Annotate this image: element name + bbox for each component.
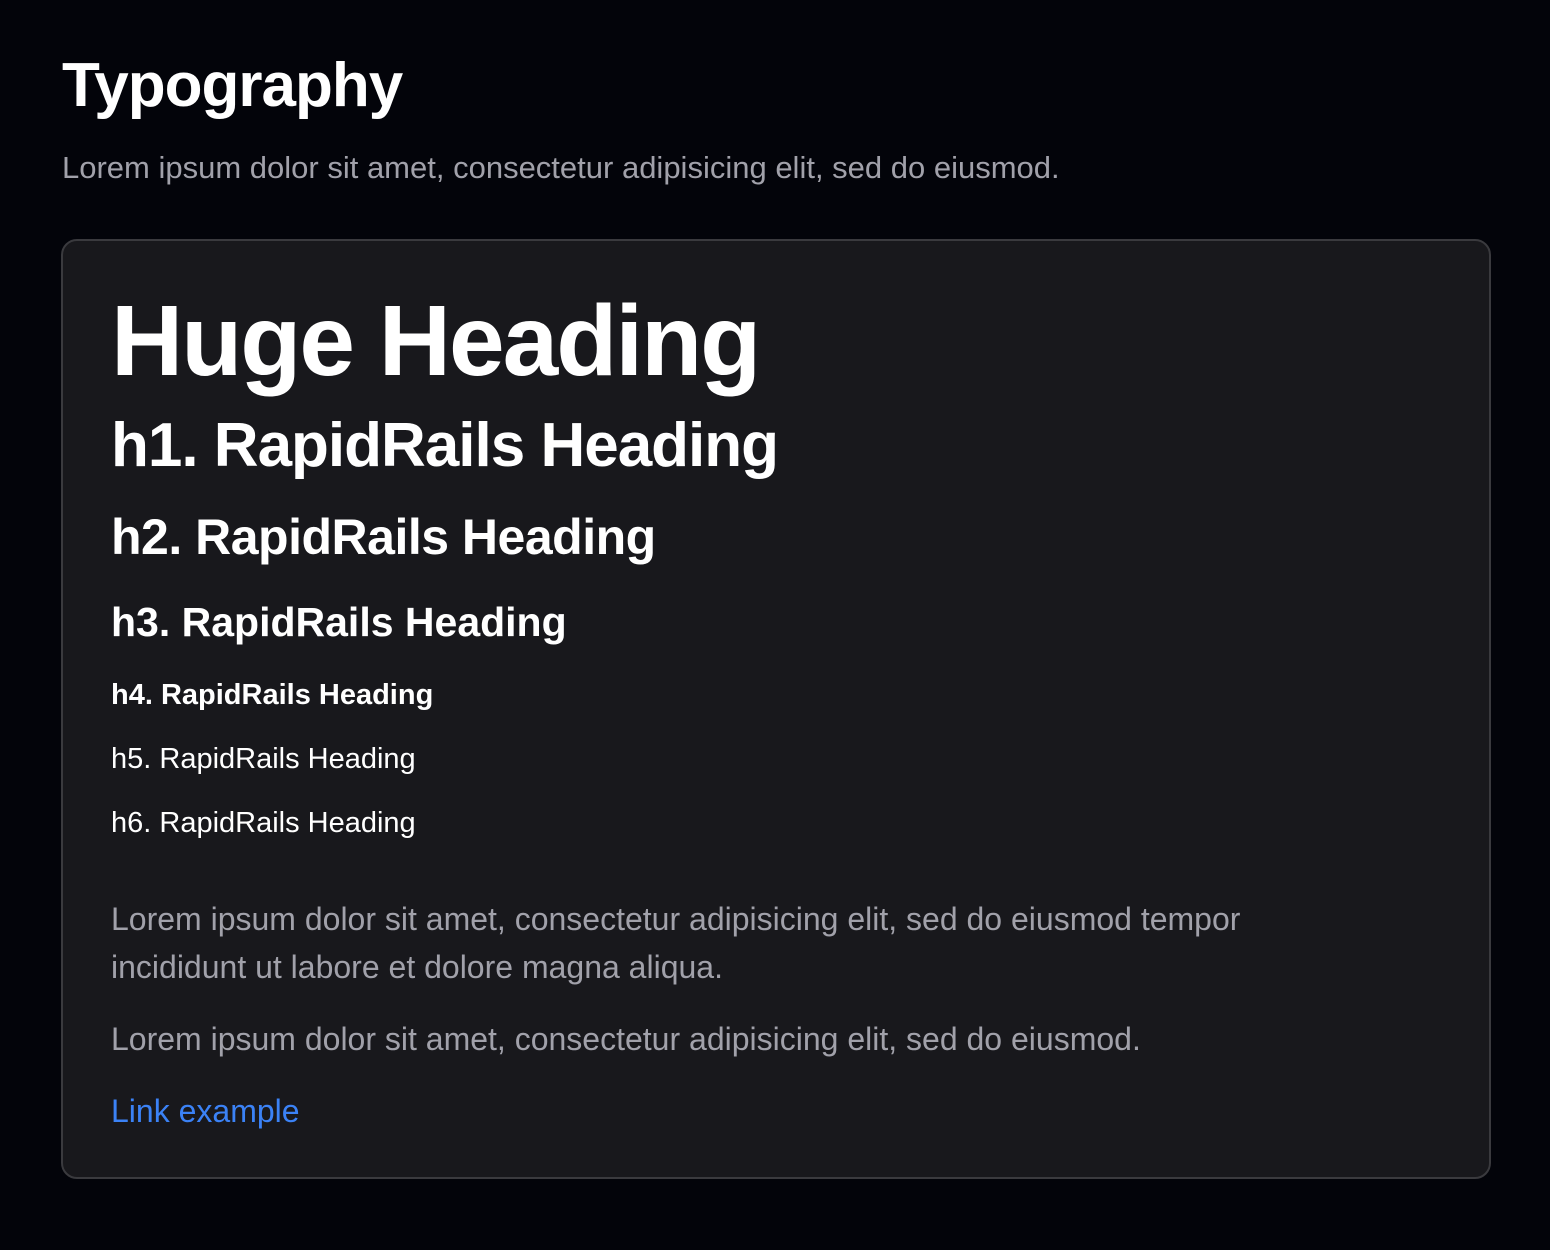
heading-h3: h3. RapidRails Heading bbox=[111, 599, 567, 645]
heading-h2: h2. RapidRails Heading bbox=[111, 509, 656, 565]
paragraph-short: Lorem ipsum dolor sit amet, consectetur … bbox=[111, 1021, 1141, 1057]
heading-h5: h5. RapidRails Heading bbox=[111, 743, 416, 775]
huge-heading: Huge Heading bbox=[111, 285, 761, 397]
paragraph-long: Lorem ipsum dolor sit amet, consectetur … bbox=[111, 901, 1241, 985]
heading-h6: h6. RapidRails Heading bbox=[111, 807, 416, 839]
link-example[interactable]: Link example bbox=[111, 1087, 300, 1135]
heading-h1: h1. RapidRails Heading bbox=[111, 411, 779, 480]
typography-card: Huge Heading h1. RapidRails Heading h2. … bbox=[61, 239, 1491, 1179]
heading-h4: h4. RapidRails Heading bbox=[111, 679, 434, 711]
page-title: Typography bbox=[62, 51, 403, 120]
page-subtitle: Lorem ipsum dolor sit amet, consectetur … bbox=[62, 150, 1060, 185]
